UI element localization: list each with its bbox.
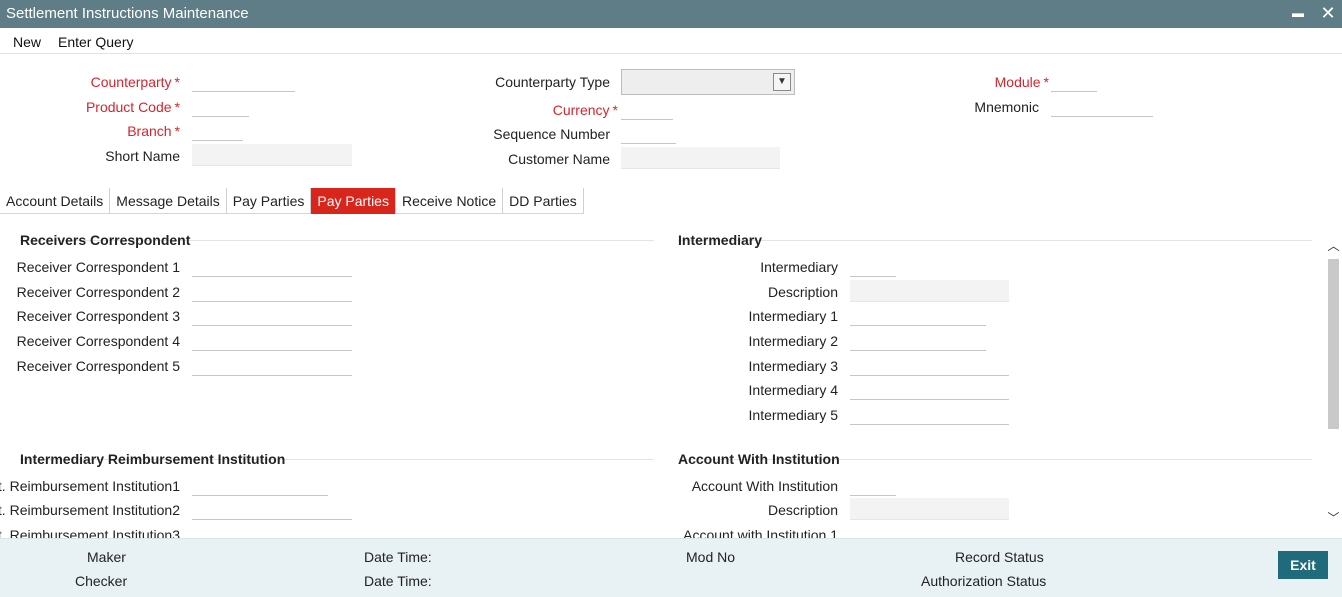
intermediary-2-label: Intermediary 2 <box>748 333 838 349</box>
short-name-field <box>192 144 352 166</box>
intermediary-label: Intermediary <box>760 259 838 275</box>
section-divider <box>678 240 1312 241</box>
counterparty-type-select[interactable]: ▼ <box>621 69 795 95</box>
receiver-correspondent-5-input[interactable] <box>192 354 352 376</box>
receiver-correspondent-2-label: Receiver Correspondent 2 <box>16 284 180 300</box>
record-status-label: Record Status <box>955 549 1044 565</box>
account-with-institution-label: Account With Institution <box>691 478 838 494</box>
module-input[interactable] <box>1051 70 1097 92</box>
receiver-correspondent-2-input[interactable] <box>192 280 352 302</box>
maker-date-time-label: Date Time: <box>364 549 432 565</box>
intermediary-1-label: Intermediary 1 <box>748 308 838 324</box>
sequence-number-input[interactable] <box>621 122 676 144</box>
receiver-correspondent-3-input[interactable] <box>192 304 352 326</box>
audit-footer <box>0 538 1342 597</box>
tab-pay-parties-active[interactable]: Pay Parties <box>311 188 396 214</box>
mnemonic-label: Mnemonic <box>974 99 1039 115</box>
window-title: Settlement Instructions Maintenance <box>6 5 249 22</box>
intermediary-2-input[interactable] <box>850 329 986 351</box>
chevron-down-icon[interactable]: ▼ <box>773 73 791 91</box>
scroll-down-icon[interactable]: ﹀ <box>1325 509 1342 525</box>
authorization-status-label: Authorization Status <box>921 573 1047 589</box>
counterparty-type-label: Counterparty Type <box>495 74 610 90</box>
mnemonic-input[interactable] <box>1051 95 1153 117</box>
product-code-input[interactable] <box>192 95 249 117</box>
menu-bar <box>0 28 1342 54</box>
tab-dd-parties[interactable]: DD Parties <box>503 188 584 214</box>
customer-name-label: Customer Name <box>508 151 610 167</box>
account-with-description-label: Description <box>767 502 838 518</box>
receiver-correspondent-3-label: Receiver Correspondent 3 <box>16 308 180 324</box>
receiver-correspondent-4-input[interactable] <box>192 329 352 351</box>
branch-label: Branch * <box>127 123 180 139</box>
tab-receive-notice[interactable]: Receive Notice <box>396 188 504 214</box>
mod-no-label: Mod No <box>686 549 736 565</box>
module-label: Module * <box>994 74 1049 90</box>
scroll-up-icon[interactable]: ︿ <box>1325 237 1342 253</box>
maker-label: Maker <box>87 549 126 565</box>
receiver-correspondent-4-label: Receiver Correspondent 4 <box>16 333 180 349</box>
reimbursement-institution-2-label: Int. Reimbursement Institution2 <box>0 502 180 518</box>
intermediary-4-input[interactable] <box>850 378 1009 400</box>
intermediary-5-label: Intermediary 5 <box>748 407 838 423</box>
customer-name-field <box>621 147 780 169</box>
branch-input[interactable] <box>192 119 243 141</box>
minimize-icon[interactable]: ▬ <box>1288 3 1308 23</box>
close-icon[interactable]: ✕ <box>1318 3 1338 23</box>
exit-button[interactable]: Exit <box>1278 551 1328 579</box>
receivers-correspondent-title: Receivers Correspondent <box>20 232 191 248</box>
intermediary-description-field <box>850 280 1009 302</box>
intermediary-title: Intermediary <box>678 232 763 248</box>
sequence-number-label: Sequence Number <box>493 126 610 142</box>
checker-date-time-label: Date Time: <box>364 573 432 589</box>
scrollbar-thumb[interactable] <box>1328 259 1339 429</box>
counterparty-input[interactable] <box>192 70 295 92</box>
intermediary-description-label: Description <box>767 284 838 300</box>
product-code-label: Product Code * <box>85 99 180 115</box>
receiver-correspondent-1-input[interactable] <box>192 255 352 277</box>
tab-pay-parties[interactable]: Pay Parties <box>227 188 312 214</box>
account-with-institution-title: Account With Institution <box>678 451 840 467</box>
intermediary-input[interactable] <box>850 255 896 277</box>
account-with-institution-input[interactable] <box>850 474 896 496</box>
checker-label: Checker <box>75 573 128 589</box>
reimbursement-institution-1-label: Int. Reimbursement Institution1 <box>0 478 180 494</box>
menu-enter-query[interactable]: Enter Query <box>58 34 133 50</box>
tab-bar: Account Details Message Details Pay Part… <box>0 188 584 214</box>
intermediary-4-label: Intermediary 4 <box>748 382 838 398</box>
tab-message-details[interactable]: Message Details <box>110 188 227 214</box>
currency-label: Currency * <box>552 102 618 118</box>
reimbursement-institution-title: Intermediary Reimbursement Institution <box>20 451 286 467</box>
reimbursement-institution-1-input[interactable] <box>192 474 328 496</box>
short-name-label: Short Name <box>105 148 180 164</box>
account-with-description-field <box>850 498 1009 520</box>
currency-input[interactable] <box>621 98 673 120</box>
menu-new[interactable]: New <box>13 34 41 50</box>
vertical-scrollbar[interactable]: ︿ ﹀ <box>1325 237 1342 527</box>
intermediary-3-label: Intermediary 3 <box>748 358 838 374</box>
intermediary-1-input[interactable] <box>850 304 986 326</box>
intermediary-5-input[interactable] <box>850 403 1009 425</box>
reimbursement-institution-2-input[interactable] <box>192 498 352 520</box>
receiver-correspondent-5-label: Receiver Correspondent 5 <box>16 358 180 374</box>
counterparty-label: Counterparty * <box>90 74 180 90</box>
intermediary-3-input[interactable] <box>850 354 1009 376</box>
tab-account-details[interactable]: Account Details <box>0 188 111 214</box>
receiver-correspondent-1-label: Receiver Correspondent 1 <box>16 259 180 275</box>
